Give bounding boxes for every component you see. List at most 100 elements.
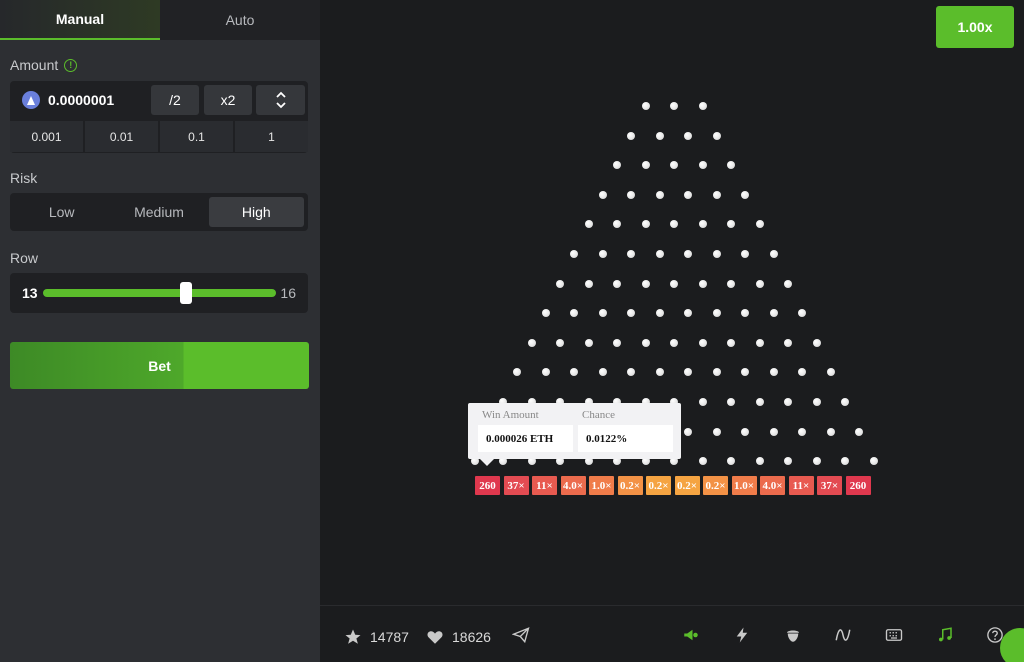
bet-button[interactable]: Bet (10, 342, 309, 389)
peg (584, 220, 593, 229)
peg (655, 190, 664, 199)
send-icon[interactable] (512, 626, 530, 644)
multiplier-bucket[interactable]: 0.2× (617, 476, 643, 495)
amount-input[interactable]: 0.0000001 (48, 92, 114, 108)
stars-count: 14787 (370, 629, 409, 645)
peg (641, 220, 650, 229)
peg (727, 279, 735, 288)
amount-label: Amount (10, 57, 59, 73)
peg (698, 161, 707, 170)
chance-label: Chance (582, 409, 615, 421)
bucket-tooltip: Win Amount 0.000026 ETH Chance 0.0122% (468, 403, 681, 466)
peg (584, 279, 593, 288)
peg (727, 338, 735, 347)
risk-high[interactable]: High (208, 197, 304, 227)
tab-manual[interactable]: Manual (0, 0, 160, 40)
multiplier-bucket[interactable]: 4.0× (560, 476, 586, 495)
keyboard-icon[interactable] (885, 626, 903, 644)
quick-amounts: 0.001 0.01 0.1 1 (10, 121, 308, 152)
amount-control: 0.0000001 /2 x2 0.001 0.01 0.1 1 (10, 81, 308, 153)
peg (698, 102, 707, 110)
plinko-board (320, 0, 1024, 605)
row-slider-track[interactable] (43, 289, 276, 297)
peg (684, 131, 693, 140)
multiplier-bucket[interactable]: 0.2× (674, 476, 700, 495)
peg (655, 309, 664, 318)
multiplier-bucket[interactable]: 0.2× (703, 476, 728, 495)
peg (727, 398, 735, 406)
win-amount-value: 0.000026 ETH (478, 425, 573, 452)
peg (670, 279, 678, 288)
stars-stat[interactable]: 14787 (344, 628, 409, 646)
row-value: 13 (22, 285, 38, 301)
peg (698, 338, 707, 347)
info-icon[interactable]: ! (64, 58, 78, 72)
peg (755, 220, 764, 229)
multiplier-bucket[interactable]: 11× (532, 476, 557, 495)
risk-medium[interactable]: Medium (111, 197, 206, 227)
peg (812, 457, 821, 466)
likes-count: 18626 (452, 629, 491, 645)
peg (670, 338, 678, 347)
peg (841, 398, 849, 406)
peg (541, 309, 550, 318)
peg (584, 338, 593, 347)
row-slider-control: 13 16 (10, 273, 308, 313)
likes-stat[interactable]: 18626 (426, 628, 491, 646)
peg (598, 190, 607, 199)
peg (670, 102, 678, 110)
peg (755, 398, 764, 406)
multiplier-bucket[interactable]: 260 (845, 476, 871, 495)
multiplier-bucket[interactable]: 37× (817, 476, 842, 495)
peg (698, 279, 707, 288)
multiplier-bucket[interactable]: 11× (788, 476, 814, 495)
lightning-icon[interactable] (733, 626, 751, 644)
acorn-icon[interactable] (784, 626, 802, 644)
multiplier-bucket[interactable]: 4.0× (760, 476, 785, 495)
peg (812, 338, 821, 347)
risk-low[interactable]: Low (14, 197, 109, 227)
chance-group: Chance 0.0122% (578, 409, 673, 452)
peg (755, 279, 764, 288)
amount-stepper-button[interactable] (256, 85, 305, 115)
multiplier-bucket[interactable]: 37× (503, 476, 529, 495)
eth-icon (22, 91, 40, 109)
star-icon (345, 629, 361, 644)
tab-auto[interactable]: Auto (160, 0, 320, 40)
peg (641, 102, 650, 110)
multiplier-bucket[interactable]: 1.0× (589, 476, 614, 495)
peg (769, 250, 778, 258)
peg (712, 250, 721, 258)
quick-amount-button[interactable]: 0.1 (160, 121, 233, 152)
chevron-updown-icon (275, 91, 286, 109)
bet-panel: Manual Auto Amount ! 0.0000001 /2 x2 0.0… (0, 0, 320, 662)
peg (698, 220, 707, 229)
amount-input-row: 0.0000001 /2 x2 (10, 81, 308, 119)
multiplier-bucket[interactable]: 260 (475, 476, 500, 495)
row-max: 16 (280, 285, 296, 301)
peg (712, 427, 721, 436)
mode-tabs: Manual Auto (0, 0, 320, 40)
megaphone-icon[interactable] (682, 626, 700, 644)
quick-amount-button[interactable]: 0.001 (10, 121, 83, 152)
quick-amount-button[interactable]: 0.01 (85, 121, 158, 152)
multiplier-badge: 1.00x (936, 6, 1014, 48)
peg (798, 427, 807, 436)
curve-icon[interactable] (834, 626, 852, 644)
peg (655, 131, 664, 140)
row-slider-thumb[interactable] (180, 282, 192, 304)
music-icon[interactable] (936, 626, 954, 644)
peg (527, 338, 536, 347)
double-button[interactable]: x2 (204, 85, 252, 115)
peg (613, 279, 621, 288)
peg (556, 338, 564, 347)
peg (769, 427, 778, 436)
quick-amount-button[interactable]: 1 (235, 121, 308, 152)
plinko-app: Manual Auto Amount ! 0.0000001 /2 x2 0.0… (0, 0, 1024, 662)
half-button[interactable]: /2 (151, 85, 199, 115)
multiplier-bucket[interactable]: 1.0× (731, 476, 757, 495)
peg (869, 457, 878, 466)
multiplier-bucket[interactable]: 0.2× (646, 476, 671, 495)
risk-label: Risk (10, 170, 38, 186)
peg (784, 279, 792, 288)
